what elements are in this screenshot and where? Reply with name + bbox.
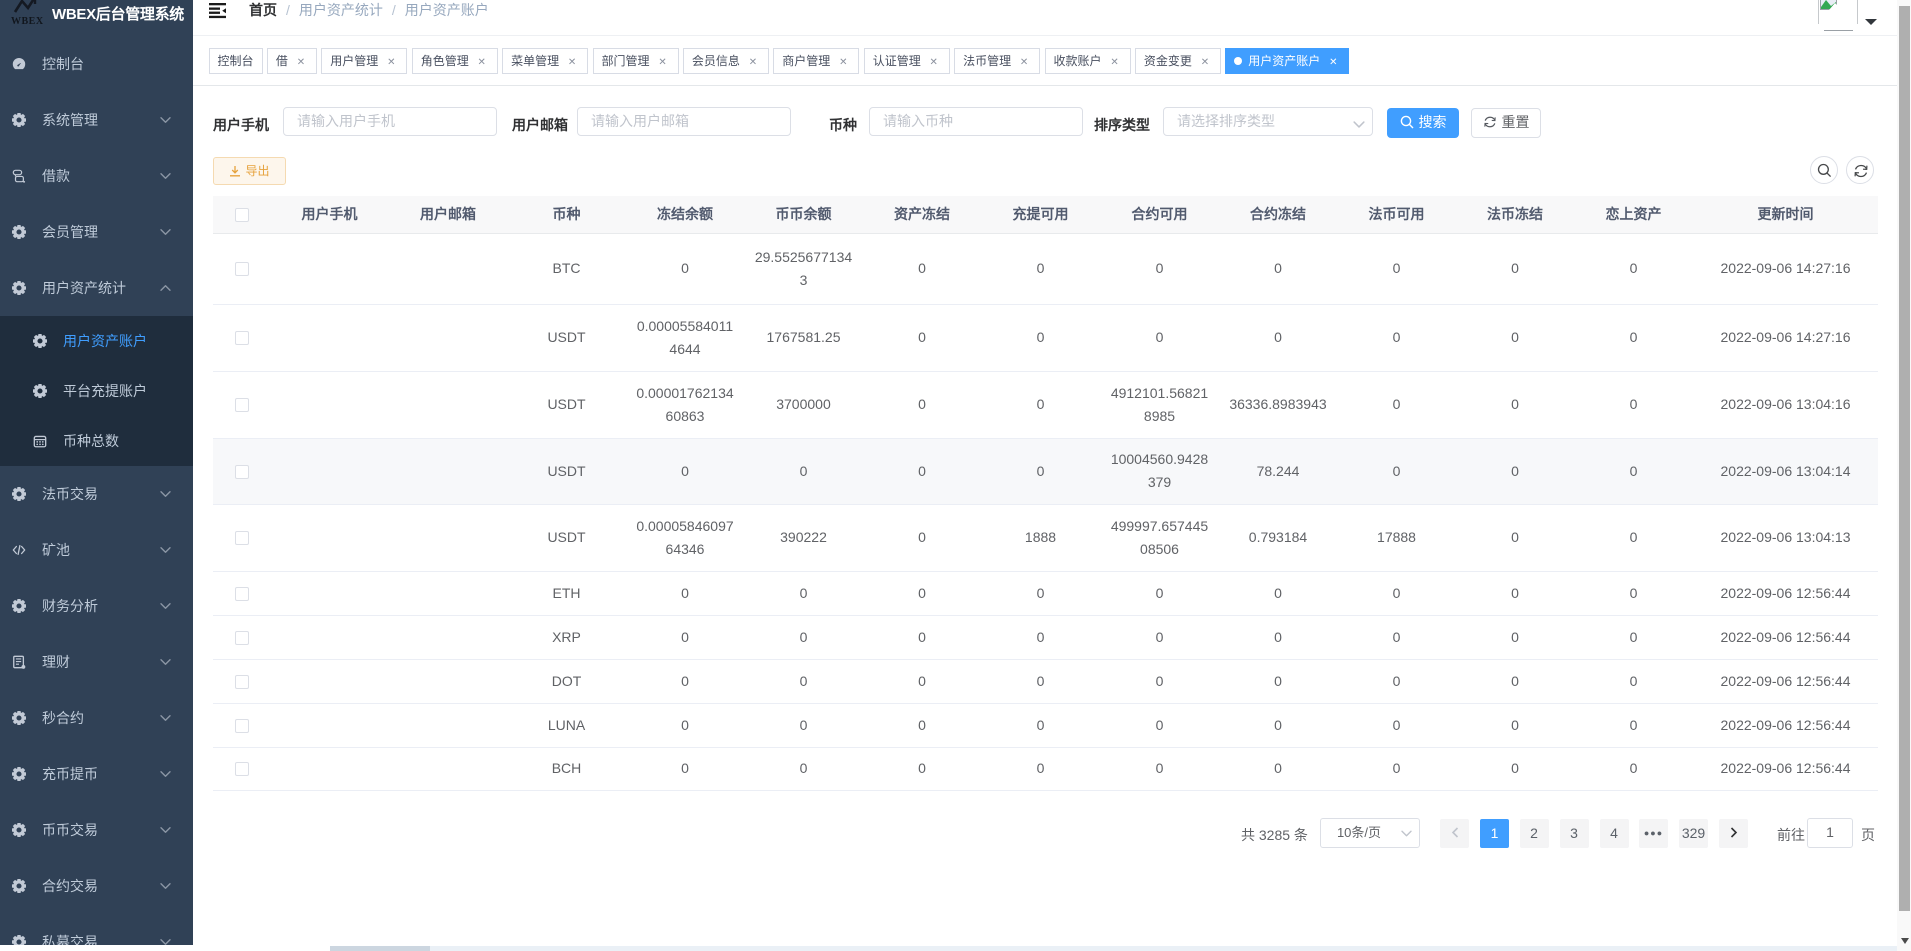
svg-text:WBEX: WBEX — [11, 16, 44, 27]
